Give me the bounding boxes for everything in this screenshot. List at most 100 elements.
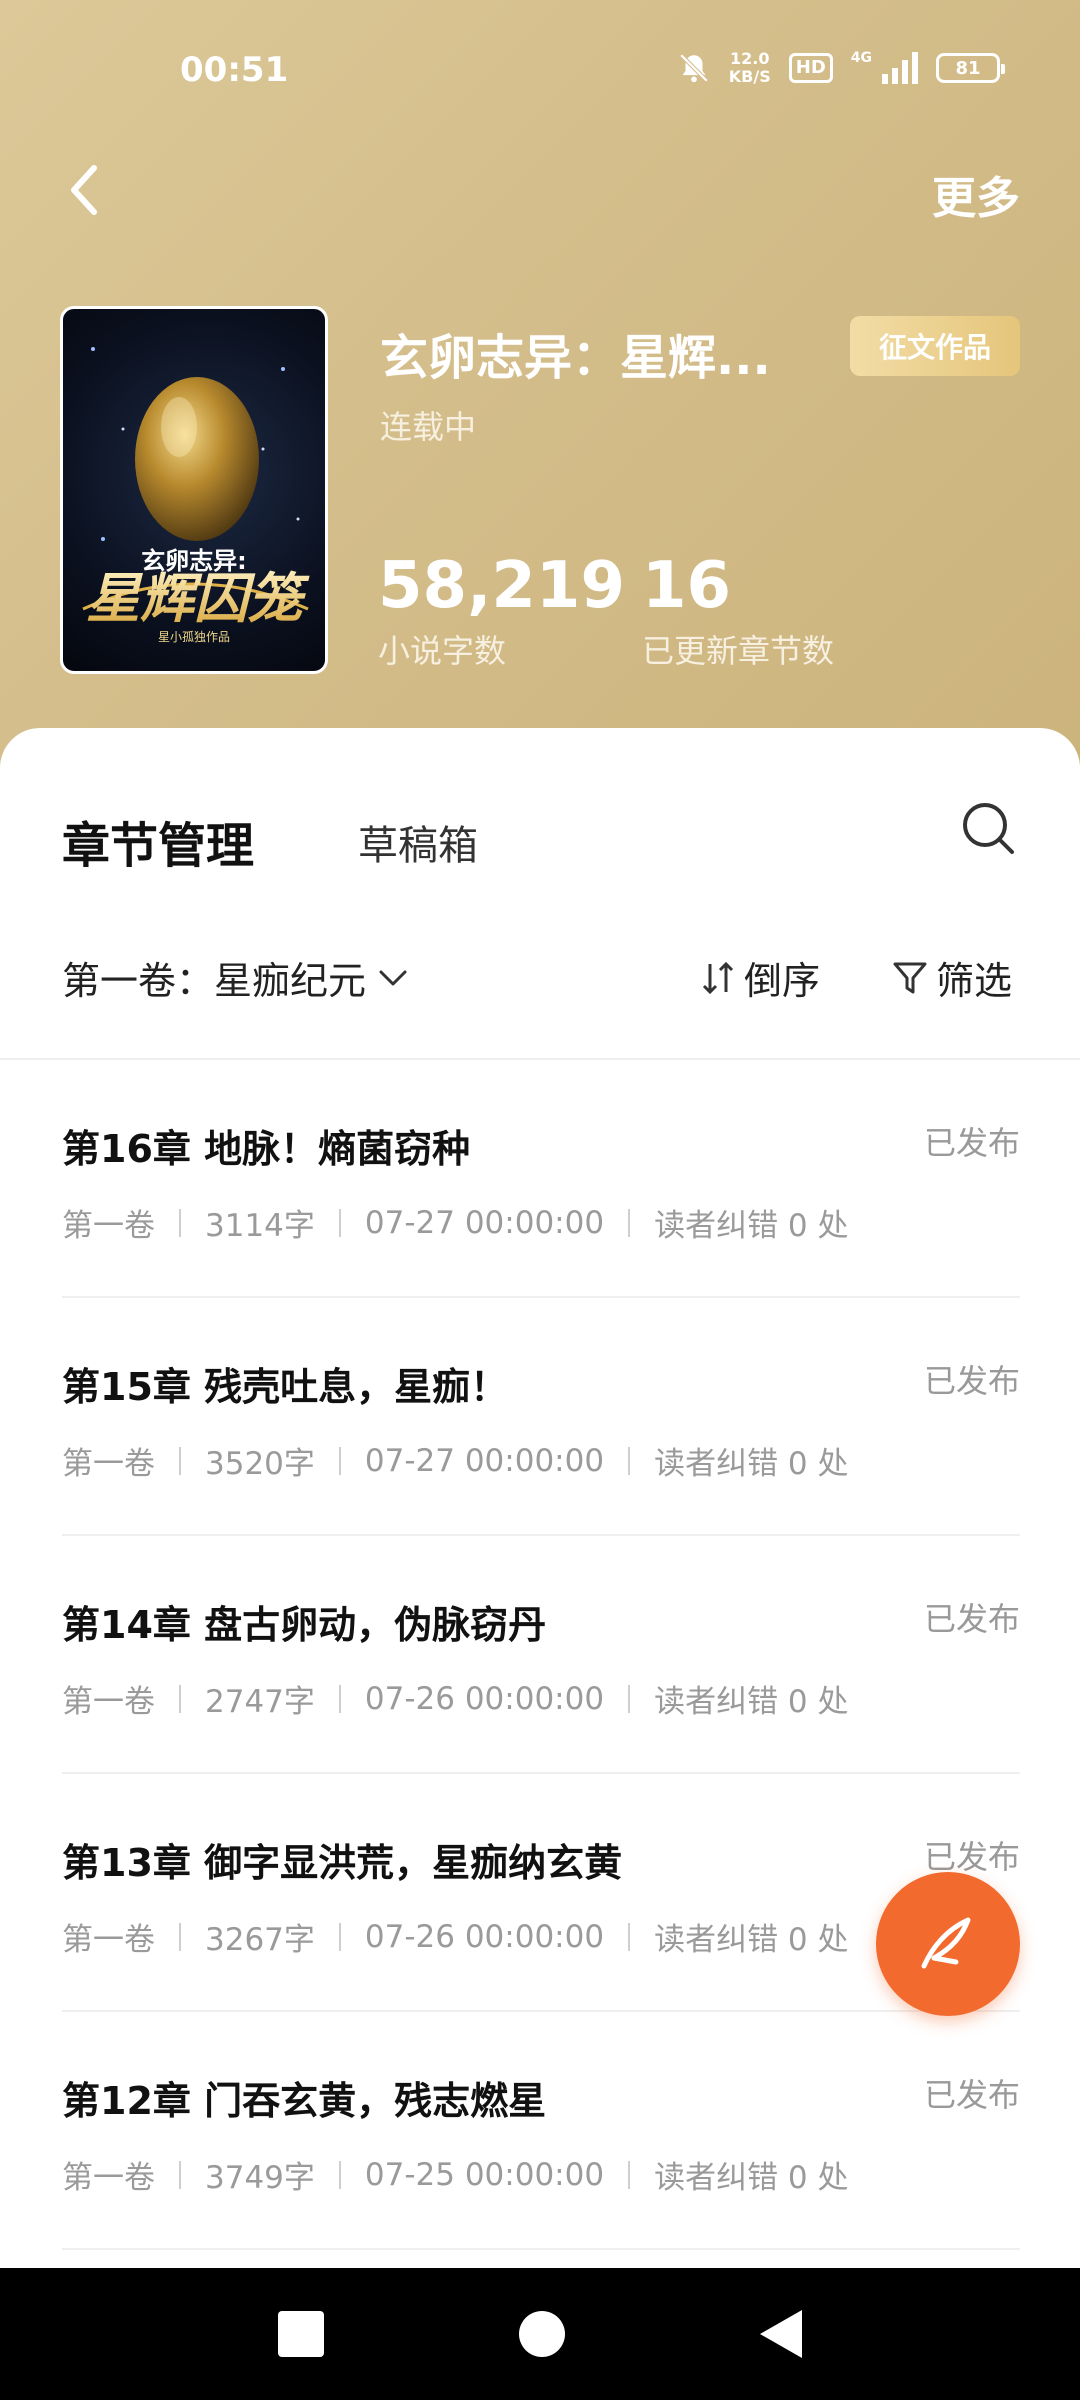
chapter-status: 已发布 — [923, 1838, 1020, 1876]
chapter-word-count: 2747字 — [205, 1684, 315, 1720]
cover-title-large: 星辉囚笼 — [86, 567, 310, 630]
chapter-meta: 第一卷 2747字 07-26 00:00:00 读者纠错 0 处 — [62, 1676, 849, 1721]
tab-drafts[interactable]: 草稿箱 — [358, 813, 478, 871]
chapter-meta: 第一卷 3520字 07-27 00:00:00 读者纠错 0 处 — [62, 1438, 849, 1483]
volume-select[interactable]: 第一卷：星痂纪元 — [62, 950, 408, 1005]
meta-divider — [338, 1684, 341, 1713]
net-speed: 12.0 KB/S — [729, 50, 771, 86]
write-chapter-button[interactable] — [876, 1872, 1020, 2016]
hd-badge: HD — [788, 53, 833, 83]
filter-icon — [893, 962, 927, 993]
more-button[interactable]: 更多 — [932, 162, 1020, 226]
home-button[interactable] — [518, 2311, 565, 2357]
chapter-volume: 第一卷 — [62, 1446, 155, 1482]
chapter-title: 第14章 盘古卵动，伪脉窃丹 — [62, 1603, 547, 1647]
chapter-list: 第16章 地脉！熵菌窃种 已发布 第一卷 3114字 07-27 00:00:00 读者纠… — [62, 1060, 1020, 2250]
recent-apps-button[interactable] — [277, 2311, 324, 2357]
book-status: 连载中 — [380, 408, 477, 446]
meta-divider — [628, 2160, 631, 2189]
status-time: 00:51 — [180, 50, 289, 90]
chapter-status: 已发布 — [923, 1600, 1020, 1638]
search-button[interactable] — [960, 800, 1016, 856]
screen: 00:51 12.0 KB/S HD 4G 81 更多 玄卵志异: 星辉囚笼 星… — [0, 0, 1080, 2400]
chapter-meta: 第一卷 3114字 07-27 00:00:00 读者纠错 0 处 — [62, 1200, 849, 1245]
chapter-volume: 第一卷 — [62, 1684, 155, 1720]
meta-divider — [179, 1922, 181, 1951]
chapter-error-count: 读者纠错 0 处 — [654, 1922, 849, 1958]
chapter-error-count: 读者纠错 0 处 — [654, 1446, 849, 1482]
chapter-title: 第12章 门吞玄黄，残志燃星 — [62, 2079, 547, 2123]
sort-label: 倒序 — [744, 959, 821, 1003]
chapter-status: 已发布 — [923, 1362, 1020, 1400]
quill-pen-icon — [921, 1917, 971, 1969]
chapter-publish-time: 07-27 00:00:00 — [364, 1442, 605, 1479]
system-nav-bar — [0, 2268, 1080, 2400]
meta-divider — [338, 2160, 341, 2189]
status-bar: 00:51 12.0 KB/S HD 4G 81 — [0, 0, 1080, 140]
contest-badge: 征文作品 — [850, 316, 1020, 376]
chapter-error-count: 读者纠错 0 处 — [654, 1208, 849, 1244]
battery-level: 81 — [955, 57, 981, 79]
chapter-publish-time: 07-26 00:00:00 — [364, 1680, 605, 1717]
chapter-publish-time: 07-25 00:00:00 — [364, 2156, 605, 2193]
back-button[interactable] — [64, 160, 124, 220]
chapter-volume: 第一卷 — [62, 1208, 155, 1244]
word-count-value: 58,219 — [378, 549, 625, 623]
chapter-row[interactable]: 第16章 地脉！熵菌窃种 已发布第一卷 3114字 07-27 00:00:00 读者纠… — [62, 1060, 1020, 1298]
chapter-publish-time: 07-26 00:00:00 — [364, 1918, 605, 1955]
net-type: 4G — [850, 50, 872, 66]
chevron-down-icon — [379, 970, 407, 985]
meta-divider — [338, 1446, 341, 1475]
meta-divider — [628, 1922, 631, 1951]
chapter-word-count: 3749字 — [205, 2160, 315, 2196]
meta-divider — [179, 1208, 181, 1237]
meta-divider — [179, 1684, 181, 1713]
chapter-title: 第13章 御字显洪荒，星痂纳玄黄 — [62, 1841, 623, 1885]
chevron-left-icon — [71, 165, 97, 215]
chapter-title: 第16章 地脉！熵菌窃种 — [62, 1127, 471, 1171]
meta-divider — [628, 1684, 631, 1713]
chapter-panel: 章节管理 草稿箱 第一卷：星痂纪元 倒序 筛选 第16章 地脉！熵菌窃种 已发布… — [0, 728, 1080, 2268]
word-count-stat: 58,219 小说字数 — [378, 550, 625, 672]
sort-button[interactable]: 倒序 — [700, 950, 820, 1005]
meta-divider — [179, 1446, 181, 1475]
chapter-row[interactable]: 第14章 盘古卵动，伪脉窃丹 已发布第一卷 2747字 07-26 00:00:00 读… — [62, 1536, 1020, 1774]
chapter-error-count: 读者纠错 0 处 — [654, 1684, 849, 1720]
chapter-word-count: 3267字 — [205, 1922, 315, 1958]
chapter-word-count: 3520字 — [205, 1446, 315, 1482]
word-count-label: 小说字数 — [378, 632, 507, 670]
chapter-volume: 第一卷 — [62, 1922, 155, 1958]
book-title: 玄卵志异：星辉... — [380, 330, 771, 386]
search-icon — [963, 803, 1014, 854]
chapter-word-count: 3114字 — [205, 1208, 315, 1244]
chapter-row[interactable]: 第12章 门吞玄黄，残志燃星 已发布第一卷 3749字 07-25 00:00:00 读… — [62, 2012, 1020, 2250]
meta-divider — [628, 1446, 631, 1475]
chapter-volume: 第一卷 — [62, 2160, 155, 2196]
net-speed-value: 12.0 — [730, 49, 770, 68]
volume-select-label: 第一卷：星痂纪元 — [62, 959, 367, 1003]
status-icons: 12.0 KB/S HD 4G 81 — [677, 50, 1005, 86]
meta-divider — [628, 1208, 631, 1237]
chapter-publish-time: 07-27 00:00:00 — [364, 1204, 605, 1241]
sort-arrows-icon — [702, 961, 734, 994]
meta-divider — [179, 2160, 181, 2189]
filter-button[interactable]: 筛选 — [892, 950, 1012, 1005]
chapter-title: 第15章 残壳吐息，星痂！ — [62, 1365, 509, 1409]
cover-art-image: 玄卵志异: 星辉囚笼 星小孤独作品 — [82, 347, 310, 644]
chapter-count-value: 16 — [642, 549, 732, 623]
chapter-status: 已发布 — [923, 1124, 1020, 1162]
chapter-status: 已发布 — [923, 2076, 1020, 2114]
meta-divider — [338, 1922, 341, 1951]
chapter-row[interactable]: 第15章 残壳吐息，星痂！ 已发布第一卷 3520字 07-27 00:00:00 读者… — [62, 1298, 1020, 1536]
back-nav-button[interactable] — [760, 2310, 803, 2358]
battery-icon: 81 — [936, 53, 1005, 83]
chapter-count-label: 已更新章节数 — [642, 632, 835, 670]
chapter-meta: 第一卷 3749字 07-25 00:00:00 读者纠错 0 处 — [62, 2152, 849, 2197]
chapter-error-count: 读者纠错 0 处 — [654, 2160, 849, 2196]
chapter-meta: 第一卷 3267字 07-26 00:00:00 读者纠错 0 处 — [62, 1914, 849, 1959]
mute-bell-icon — [679, 53, 709, 83]
meta-divider — [338, 1208, 341, 1237]
book-cover[interactable]: 玄卵志异: 星辉囚笼 星小孤独作品 — [60, 306, 328, 674]
chapter-row[interactable]: 第13章 御字显洪荒，星痂纳玄黄 已发布第一卷 3267字 07-26 00:00:0… — [62, 1774, 1020, 2012]
tab-chapter-management[interactable]: 章节管理 — [62, 806, 254, 876]
